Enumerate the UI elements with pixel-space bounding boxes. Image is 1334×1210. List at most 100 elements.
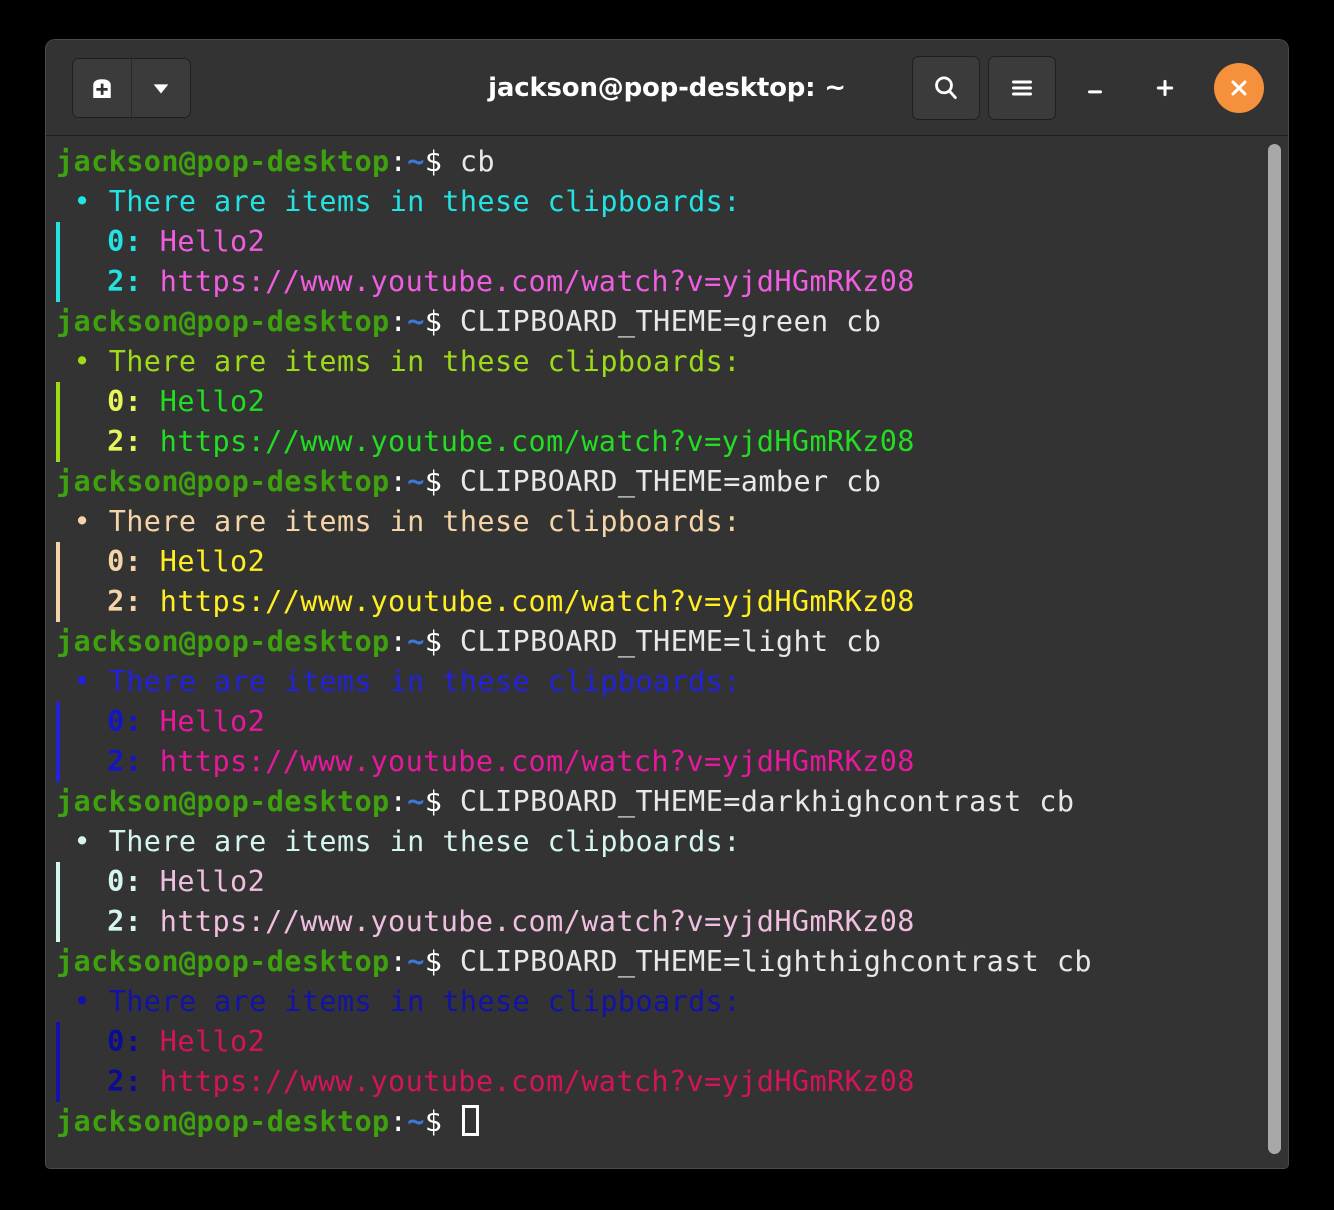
prompt-colon: : (389, 465, 408, 498)
terminal-command: CLIPBOARD_THEME=lighthighcontrast cb (442, 945, 1092, 978)
terminal-output: jackson@pop-desktop:~$ cb • There are it… (56, 142, 1288, 1168)
terminal-command: CLIPBOARD_THEME=light cb (442, 625, 882, 658)
clipboard-item-row[interactable]: 2: https://www.youtube.com/watch?v=yjdHG… (56, 582, 1288, 622)
menu-button[interactable] (988, 55, 1056, 120)
prompt-path: ~ (407, 625, 425, 658)
prompt-colon: : (389, 625, 408, 658)
chevron-down-icon (153, 83, 169, 93)
clipboard-item-value: Hello2 (159, 1025, 266, 1058)
prompt-user-host: jackson@pop-desktop (56, 145, 390, 178)
clipboard-item-value: Hello2 (159, 545, 266, 578)
new-tab-group (72, 57, 191, 118)
prompt-path: ~ (407, 465, 425, 498)
scrollbar-thumb[interactable] (1268, 144, 1281, 1154)
prompt-user-host: jackson@pop-desktop (56, 945, 390, 978)
terminal-prompt-line: jackson@pop-desktop:~$ CLIPBOARD_THEME=d… (56, 782, 1288, 822)
clipboard-item-row[interactable]: 0: Hello2 (56, 702, 1288, 742)
clipboard-group-bar (56, 262, 60, 302)
prompt-colon: : (389, 145, 408, 178)
clipboard-item-index: 0: (72, 705, 160, 738)
prompt-path: ~ (407, 945, 425, 978)
prompt-user-host: jackson@pop-desktop (56, 1105, 390, 1138)
terminal-command: CLIPBOARD_THEME=darkhighcontrast cb (442, 785, 1075, 818)
clipboard-item-index: 2: (72, 905, 160, 938)
clipboard-header-text: There are items in these clipboards: (108, 185, 741, 218)
clipboard-item-value: https://www.youtube.com/watch?v=yjdHGmRK… (159, 585, 915, 618)
clipboard-group-bar (56, 582, 60, 622)
clipboard-item-value: Hello2 (159, 865, 266, 898)
minimize-button[interactable] (1064, 57, 1126, 119)
titlebar-controls (912, 55, 1276, 120)
terminal-command: CLIPBOARD_THEME=amber cb (442, 465, 882, 498)
hamburger-menu-icon (1012, 80, 1032, 95)
prompt-path: ~ (407, 305, 425, 338)
clipboard-item-index: 2: (72, 745, 160, 778)
search-icon (935, 75, 957, 99)
clipboard-item-row[interactable]: 0: Hello2 (56, 862, 1288, 902)
clipboard-item-row[interactable]: 2: https://www.youtube.com/watch?v=yjdHG… (56, 902, 1288, 942)
terminal-window: jackson@pop-desktop: ~ jackson@pop-deskt… (46, 40, 1288, 1168)
bullet-icon: • (56, 985, 109, 1018)
prompt-user-host: jackson@pop-desktop (56, 305, 390, 338)
clipboard-header-text: There are items in these clipboards: (108, 825, 741, 858)
bullet-icon: • (56, 345, 109, 378)
clipboard-item-row[interactable]: 2: https://www.youtube.com/watch?v=yjdHG… (56, 262, 1288, 302)
clipboard-item-value: https://www.youtube.com/watch?v=yjdHGmRK… (159, 425, 915, 458)
clipboard-item-row[interactable]: 0: Hello2 (56, 382, 1288, 422)
terminal-scrollbar[interactable] (1268, 142, 1281, 1162)
clipboard-item-index: 2: (72, 585, 160, 618)
clipboard-header-line: • There are items in these clipboards: (56, 662, 1288, 702)
new-tab-icon (93, 78, 111, 98)
prompt-symbol: $ (424, 945, 443, 978)
clipboard-header-text: There are items in these clipboards: (108, 665, 741, 698)
bullet-icon: • (56, 825, 109, 858)
terminal-command: CLIPBOARD_THEME=green cb (442, 305, 882, 338)
clipboard-item-index: 0: (72, 545, 160, 578)
prompt-user-host: jackson@pop-desktop (56, 625, 390, 658)
clipboard-item-index: 2: (72, 1065, 160, 1098)
prompt-symbol: $ (424, 145, 443, 178)
terminal-prompt-line: jackson@pop-desktop:~$ CLIPBOARD_THEME=g… (56, 302, 1288, 342)
maximize-button[interactable] (1134, 57, 1196, 119)
prompt-user-host: jackson@pop-desktop (56, 785, 390, 818)
clipboard-item-row[interactable]: 2: https://www.youtube.com/watch?v=yjdHG… (56, 742, 1288, 782)
clipboard-item-row[interactable]: 0: Hello2 (56, 1022, 1288, 1062)
clipboard-group-bar (56, 862, 60, 902)
prompt-colon: : (389, 1105, 408, 1138)
terminal-cursor[interactable] (461, 1105, 479, 1136)
clipboard-item-value: Hello2 (159, 705, 266, 738)
plus-icon (1156, 79, 1174, 96)
terminal-prompt-line: jackson@pop-desktop:~$ CLIPBOARD_THEME=l… (56, 942, 1288, 982)
clipboard-item-row[interactable]: 0: Hello2 (56, 222, 1288, 262)
prompt-symbol: $ (424, 785, 443, 818)
prompt-path: ~ (407, 785, 425, 818)
clipboard-item-row[interactable]: 0: Hello2 (56, 542, 1288, 582)
prompt-user-host: jackson@pop-desktop (56, 465, 390, 498)
clipboard-group-bar (56, 1022, 60, 1062)
new-tab-button[interactable] (73, 58, 131, 117)
prompt-path: ~ (407, 1105, 425, 1138)
prompt-colon: : (389, 785, 408, 818)
terminal-prompt-line: jackson@pop-desktop:~$ CLIPBOARD_THEME=l… (56, 622, 1288, 662)
prompt-symbol: $ (424, 305, 443, 338)
close-button[interactable] (1214, 62, 1264, 113)
clipboard-item-index: 0: (72, 385, 160, 418)
clipboard-item-row[interactable]: 2: https://www.youtube.com/watch?v=yjdHG… (56, 1062, 1288, 1102)
bullet-icon: • (56, 505, 109, 538)
search-button[interactable] (912, 55, 980, 120)
clipboard-item-value: Hello2 (159, 225, 266, 258)
terminal-body[interactable]: jackson@pop-desktop:~$ cb • There are it… (46, 136, 1288, 1168)
bullet-icon: • (56, 665, 109, 698)
bullet-icon: • (56, 185, 109, 218)
clipboard-header-line: • There are items in these clipboards: (56, 822, 1288, 862)
clipboard-item-value: Hello2 (159, 385, 266, 418)
prompt-symbol: $ (424, 1105, 443, 1138)
clipboard-item-row[interactable]: 2: https://www.youtube.com/watch?v=yjdHG… (56, 422, 1288, 462)
clipboard-group-bar (56, 542, 60, 582)
tab-menu-button[interactable] (131, 58, 190, 117)
clipboard-item-value: https://www.youtube.com/watch?v=yjdHGmRK… (159, 1065, 915, 1098)
clipboard-group-bar (56, 422, 60, 462)
title-bar: jackson@pop-desktop: ~ (46, 40, 1288, 136)
clipboard-header-line: • There are items in these clipboards: (56, 982, 1288, 1022)
clipboard-group-bar (56, 222, 60, 262)
